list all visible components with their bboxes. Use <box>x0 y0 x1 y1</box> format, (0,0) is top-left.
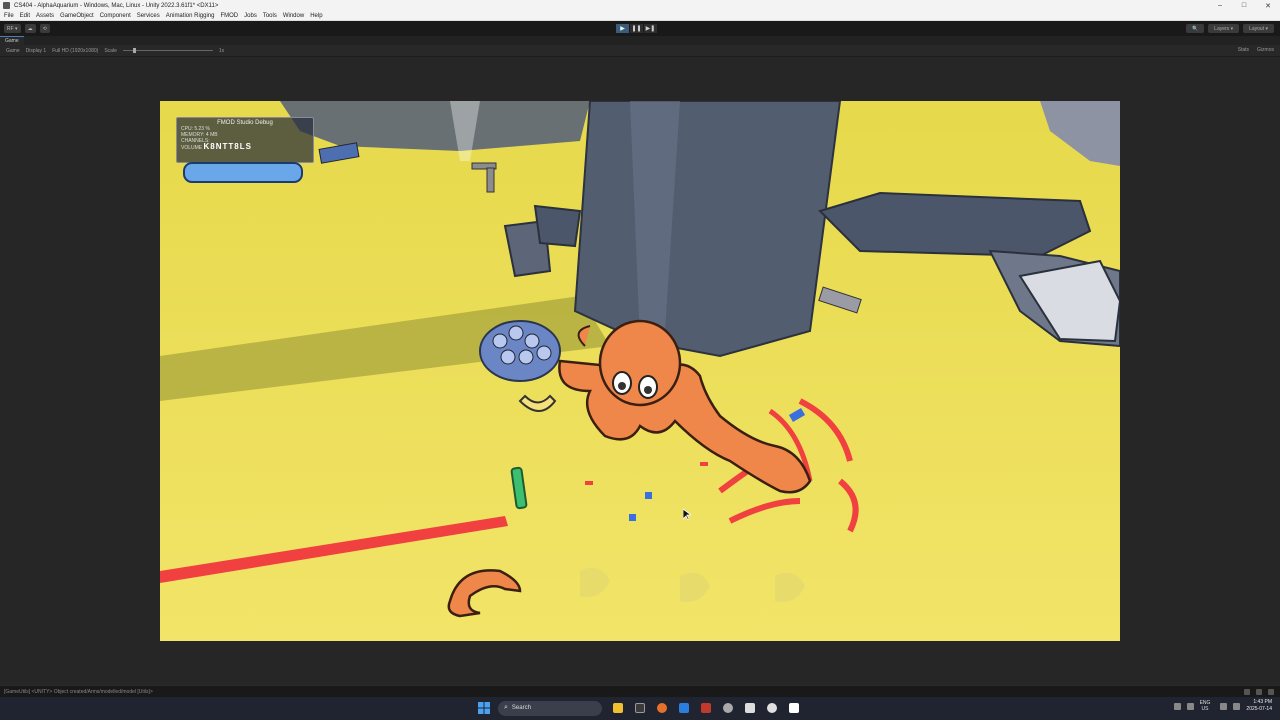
unity-icon <box>3 2 10 9</box>
firefox-icon <box>657 703 667 713</box>
stats-button[interactable]: Stats <box>1238 47 1249 53</box>
step-button[interactable]: ▶❚ <box>644 24 657 33</box>
taskbar-app-5[interactable] <box>698 700 714 716</box>
pause-button[interactable]: ❚❚ <box>630 24 643 33</box>
taskbar-clock[interactable]: 1:43 PM 2025-07-14 <box>1246 699 1272 713</box>
taskbar-search[interactable]: ⌕ Search <box>498 700 602 716</box>
vscode-icon <box>679 703 689 713</box>
tray-chevron-icon[interactable] <box>1173 702 1181 710</box>
menu-bar: File Edit Assets GameObject Component Se… <box>0 11 1280 21</box>
gamebar-right: Stats Gizmos <box>1230 47 1274 53</box>
mode-dropdown[interactable]: Game <box>6 48 20 54</box>
search-icon: ⌕ <box>504 704 508 711</box>
windows-taskbar: ⌕ Search ENG US 1:43 PM 2025-07-14 <box>0 697 1280 720</box>
search-button[interactable]: 🔍 <box>1185 24 1205 33</box>
taskbar-app-6[interactable] <box>720 700 736 716</box>
panel-tabbar: Game <box>0 36 1280 45</box>
menu-services[interactable]: Services <box>137 13 160 19</box>
taskbar-app-2[interactable] <box>632 700 648 716</box>
cloud-button[interactable]: ☁ <box>24 24 36 33</box>
mouse-cursor-icon <box>683 509 691 521</box>
collab-icon[interactable] <box>1256 689 1262 695</box>
menu-help[interactable]: Help <box>310 13 322 19</box>
app-white-icon <box>789 703 799 713</box>
language-indicator[interactable]: ENG US <box>1200 700 1211 712</box>
coin-pile <box>479 320 561 382</box>
play-controls: ▶ ❚❚ ▶❚ <box>616 24 658 33</box>
play-button[interactable]: ▶ <box>616 24 629 33</box>
scale-value: 1x <box>218 47 225 54</box>
statusbar-icons <box>1238 689 1274 695</box>
unity-icon <box>745 703 755 713</box>
settings-icon <box>723 703 733 713</box>
tray-app-icon[interactable] <box>1186 702 1194 710</box>
notification-icon[interactable] <box>1268 689 1274 695</box>
game-scene-illustration <box>160 101 1120 641</box>
resolution-dropdown[interactable]: Full HD (1920x1080) <box>52 48 98 54</box>
toolbar-left: RF ▾ ☁ ⟲ <box>4 24 54 33</box>
menu-gameobject[interactable]: GameObject <box>60 13 94 19</box>
taskbar-app-8[interactable] <box>764 700 780 716</box>
taskbar-app-1[interactable] <box>610 700 626 716</box>
console-status[interactable]: [GameUtils] <UNITY> Object created/Arms/… <box>4 689 153 695</box>
menu-jobs[interactable]: Jobs <box>244 13 257 19</box>
clock-date: 2025-07-14 <box>1246 706 1272 712</box>
taskbar-app-7[interactable] <box>742 700 758 716</box>
clock-time: 1:43 PM <box>1253 699 1272 705</box>
scale-label: Scale <box>104 47 117 54</box>
terminal-icon <box>635 703 645 713</box>
collab-button[interactable]: ⟲ <box>39 24 50 33</box>
menu-assets[interactable]: Assets <box>36 13 54 19</box>
menu-window[interactable]: Window <box>283 13 304 19</box>
game-render[interactable] <box>160 101 1120 641</box>
blue-ui-bar <box>183 162 303 183</box>
app-red-icon <box>701 703 711 713</box>
windows-logo-icon <box>478 702 490 714</box>
unity-statusbar: [GameUtils] <UNITY> Object created/Arms/… <box>0 685 1280 697</box>
menu-fmod[interactable]: FMOD <box>220 13 238 19</box>
file-explorer-icon <box>613 703 623 713</box>
menu-file[interactable]: File <box>4 13 14 19</box>
github-icon <box>767 703 777 713</box>
search-placeholder: Search <box>511 705 531 711</box>
game-view-controlbar: Game Display 1 Full HD (1920x1080) Scale… <box>0 45 1280 57</box>
toolbar-right: 🔍 Layers ▾ Layout ▾ <box>1182 24 1274 33</box>
progress-icon[interactable] <box>1244 689 1250 695</box>
fmod-volume: VOLUME K8NTT8LS <box>181 142 309 152</box>
volume-icon[interactable] <box>1233 702 1241 710</box>
window-titlebar: CS404 - AlphaAquarium - Windows, Mac, Li… <box>0 0 1280 11</box>
menu-animation-rigging[interactable]: Animation Rigging <box>166 13 215 19</box>
layout-dropdown[interactable]: Layout ▾ <box>1243 24 1274 33</box>
menu-component[interactable]: Component <box>100 13 131 19</box>
fmod-debug-panel: FMOD Studio Debug CPU: 5.23 % MEMORY: 4 … <box>176 117 314 163</box>
taskbar-app-3[interactable] <box>654 700 670 716</box>
maximize-button[interactable]: □ <box>1232 0 1256 11</box>
window-title: CS404 - AlphaAquarium - Windows, Mac, Li… <box>14 2 219 9</box>
account-button[interactable]: RF ▾ <box>4 24 21 33</box>
minimize-button[interactable]: – <box>1208 0 1232 11</box>
lang-bottom: US <box>1201 706 1209 712</box>
start-button[interactable] <box>476 700 492 716</box>
wifi-icon[interactable] <box>1220 702 1228 710</box>
menu-edit[interactable]: Edit <box>20 13 30 19</box>
taskbar-center: ⌕ Search <box>476 700 808 716</box>
tab-game[interactable]: Game <box>0 36 24 45</box>
fmod-volume-label: VOLUME <box>181 145 203 151</box>
taskbar-app-4[interactable] <box>676 700 692 716</box>
menu-tools[interactable]: Tools <box>263 13 277 19</box>
scale-slider[interactable] <box>122 48 213 53</box>
layers-dropdown[interactable]: Layers ▾ <box>1208 24 1240 33</box>
window-controls: – □ ✕ <box>1208 0 1280 11</box>
taskbar-app-9[interactable] <box>786 700 802 716</box>
system-tray: ENG US 1:43 PM 2025-07-14 <box>1173 699 1272 713</box>
fmod-volume-value: K8NTT8LS <box>203 142 252 151</box>
tab-game-label: Game <box>5 38 19 44</box>
gizmos-button[interactable]: Gizmos <box>1257 47 1274 53</box>
close-button[interactable]: ✕ <box>1256 0 1280 11</box>
display-dropdown[interactable]: Display 1 <box>26 48 47 54</box>
unity-toolbar: RF ▾ ☁ ⟲ ▶ ❚❚ ▶❚ 🔍 Layers ▾ Layout ▾ <box>0 21 1280 36</box>
